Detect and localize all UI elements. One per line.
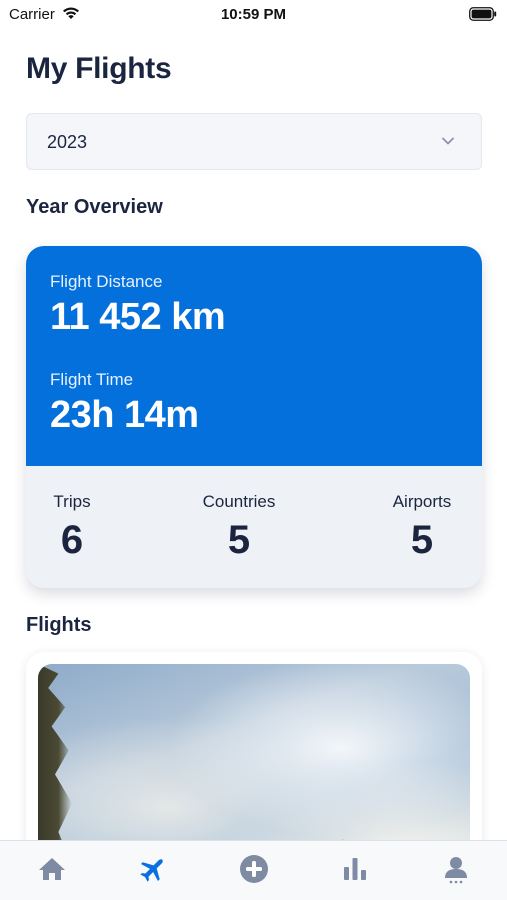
home-icon	[39, 858, 65, 880]
stats-icon	[344, 858, 366, 880]
flight-time-value: 23h 14m	[50, 394, 199, 436]
tab-bar	[0, 840, 507, 900]
tab-home[interactable]	[32, 849, 72, 889]
stat-countries: Countries 5	[184, 492, 294, 563]
tab-profile[interactable]	[436, 849, 476, 889]
chevron-down-icon	[442, 137, 454, 145]
flight-distance-label: Flight Distance	[50, 272, 163, 291]
status-time: 10:59 PM	[220, 6, 287, 23]
year-select-value: 2023	[47, 132, 88, 152]
profile-icon	[445, 857, 467, 884]
flight-distance-value: 11 452 km	[50, 296, 226, 338]
tab-statistics[interactable]	[335, 849, 375, 889]
stat-airports: Airports 5	[378, 492, 466, 563]
overview-summary: Flight Distance 11 452 km Flight Time 23…	[26, 246, 482, 466]
airplane-icon	[140, 859, 163, 882]
add-circle-icon	[240, 855, 268, 883]
flights-heading: Flights	[26, 614, 92, 636]
tab-flights[interactable]	[133, 849, 173, 889]
status-bar: Carrier 10:59 PM	[0, 0, 507, 30]
year-select[interactable]: 2023	[26, 113, 482, 170]
battery-icon	[469, 7, 497, 21]
flight-time-label: Flight Time	[50, 370, 134, 389]
year-overview-heading: Year Overview	[26, 196, 163, 218]
stat-label: Countries	[202, 492, 276, 511]
page-title: My Flights	[26, 52, 172, 85]
year-overview-card: Flight Distance 11 452 km Flight Time 23…	[26, 246, 482, 588]
stat-label: Trips	[53, 492, 91, 511]
stat-value: 5	[227, 518, 251, 562]
tab-add[interactable]	[234, 849, 274, 889]
stat-label: Airports	[392, 492, 452, 511]
stat-value: 6	[60, 518, 84, 562]
stat-trips: Trips 6	[46, 492, 98, 563]
stat-value: 5	[410, 518, 434, 562]
